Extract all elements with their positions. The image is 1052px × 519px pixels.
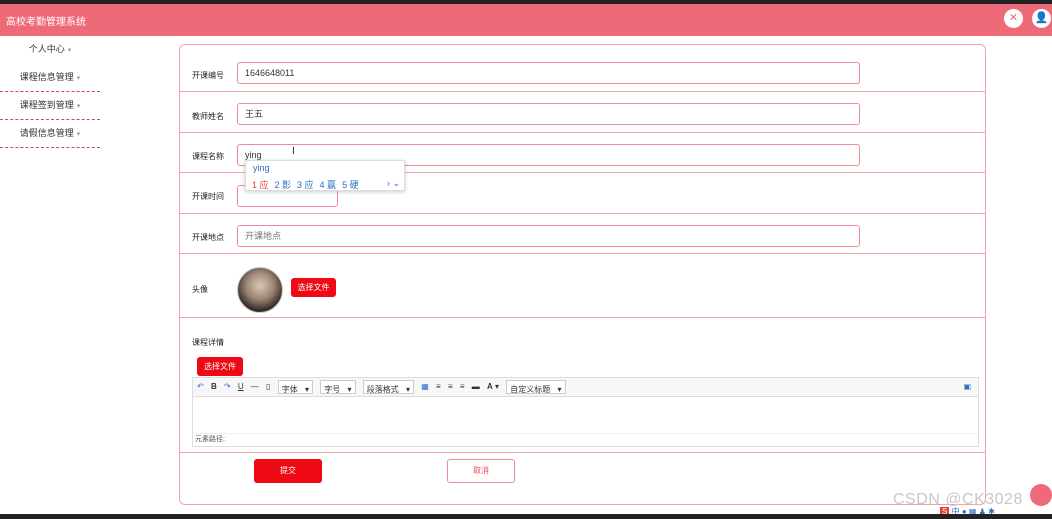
ime-candidate[interactable]: 1 应 bbox=[252, 180, 269, 190]
submit-button[interactable]: 提交 bbox=[254, 459, 322, 483]
avatar-image bbox=[237, 267, 283, 313]
fullscreen-icon[interactable]: ▣ bbox=[963, 378, 971, 396]
floating-button[interactable] bbox=[1030, 484, 1052, 506]
top-bar: 高校考勤管理系统 ✕ 👤 bbox=[0, 0, 1052, 36]
sidebar: 个人中心 ▾ 课程信息管理 ▾ 课程签到管理 ▾ 请假信息管理 ▾ bbox=[0, 36, 100, 148]
detail-label: 课程详情 bbox=[192, 338, 224, 347]
sidebar-item-label: 个人中心 bbox=[28, 44, 65, 54]
teacher-input[interactable]: 王五 bbox=[237, 103, 860, 125]
justify-icon[interactable]: ▬ bbox=[472, 378, 480, 396]
font-select[interactable]: 字体 ▾ bbox=[277, 380, 314, 394]
close-icon[interactable]: ✕ bbox=[1004, 9, 1023, 28]
location-input[interactable]: 开课地点 bbox=[237, 225, 860, 247]
ime-candidates: 1 应 2 影 3 应 4 赢 5 硬 bbox=[252, 178, 365, 191]
form-row-teacher: 教师姓名 王五 bbox=[180, 92, 985, 133]
rich-text-editor[interactable]: ↶ B ↷ U — ▯ 字体 ▾ 字号 ▾ 段落格式 ▾ ▦ ≡ ≡ ≡ ▬ A… bbox=[192, 377, 979, 447]
custom-title-select[interactable]: 自定义标题 ▾ bbox=[506, 380, 566, 394]
paragraph-select-label: 段落格式 bbox=[366, 385, 399, 394]
size-select[interactable]: 字号 ▾ bbox=[320, 380, 356, 394]
ime-candidate[interactable]: 3 应 bbox=[297, 180, 314, 190]
location-label: 开课地点 bbox=[192, 233, 224, 242]
custom-title-select-label: 自定义标题 bbox=[510, 385, 551, 394]
sidebar-item-course-info[interactable]: 课程信息管理 ▾ bbox=[0, 64, 100, 92]
font-color-icon[interactable]: A ▾ bbox=[487, 378, 499, 396]
divider bbox=[180, 452, 985, 453]
form-row-course-no: 开课编号 1646648011 bbox=[180, 45, 985, 92]
align-center-icon[interactable]: ≡ bbox=[460, 378, 465, 396]
text-cursor-icon: I bbox=[292, 146, 295, 157]
user-icon[interactable]: 👤 bbox=[1032, 9, 1051, 28]
teacher-label: 教师姓名 bbox=[192, 112, 224, 121]
sidebar-item-course-signin[interactable]: 课程签到管理 ▾ bbox=[0, 92, 100, 120]
ime-candidate[interactable]: 2 影 bbox=[275, 180, 292, 190]
course-form: 开课编号 1646648011 教师姓名 王五 课程名称 ying 开课时间 开… bbox=[179, 44, 986, 505]
ime-next-page-icon[interactable]: › ⌄ bbox=[387, 178, 400, 189]
time-label: 开课时间 bbox=[192, 192, 224, 201]
sidebar-item-label: 课程签到管理 bbox=[19, 100, 74, 110]
cancel-button[interactable]: 取消 bbox=[447, 459, 515, 483]
underline-icon[interactable]: U bbox=[238, 378, 244, 396]
form-row-location: 开课地点 开课地点 bbox=[180, 214, 985, 254]
ime-candidate[interactable]: 4 赢 bbox=[320, 180, 337, 190]
sidebar-item-label: 课程信息管理 bbox=[19, 72, 74, 82]
font-select-label: 字体 bbox=[281, 385, 298, 394]
horizontal-rule-icon[interactable]: — bbox=[251, 378, 259, 396]
app-title: 高校考勤管理系统 bbox=[6, 17, 86, 28]
course-no-input[interactable]: 1646648011 bbox=[237, 62, 860, 84]
ime-candidate-window: ying 1 应 2 影 3 应 4 赢 5 硬 › ⌄ bbox=[245, 160, 405, 191]
location-placeholder: 开课地点 bbox=[245, 231, 282, 241]
align-right-icon[interactable]: ≡ bbox=[448, 378, 453, 396]
paste-icon[interactable]: ▯ bbox=[266, 378, 270, 396]
undo-icon[interactable]: ↶ bbox=[197, 378, 204, 396]
paragraph-select[interactable]: 段落格式 ▾ bbox=[362, 380, 414, 394]
course-name-label: 课程名称 bbox=[192, 152, 224, 161]
avatar-choose-file-button[interactable]: 选择文件 bbox=[291, 278, 336, 297]
ime-candidate[interactable]: 5 硬 bbox=[342, 180, 359, 190]
sidebar-item-label: 请假信息管理 bbox=[19, 128, 74, 138]
detail-choose-file-button[interactable]: 选择文件 bbox=[197, 357, 243, 376]
chevron-down-icon: ▾ bbox=[76, 103, 81, 110]
redo-icon[interactable]: ↷ bbox=[224, 378, 231, 396]
editor-path: 元素路径: bbox=[193, 433, 978, 446]
align-left-icon[interactable]: ≡ bbox=[436, 378, 441, 396]
bottom-bar bbox=[0, 514, 1052, 519]
avatar-label: 头像 bbox=[192, 285, 208, 294]
table-icon[interactable]: ▦ bbox=[421, 378, 429, 396]
sidebar-item-leave-info[interactable]: 请假信息管理 ▾ bbox=[0, 120, 100, 148]
course-no-label: 开课编号 bbox=[192, 71, 224, 80]
sidebar-item-personal-center[interactable]: 个人中心 ▾ bbox=[0, 36, 100, 64]
size-select-label: 字号 bbox=[324, 385, 341, 394]
editor-toolbar: ↶ B ↷ U — ▯ 字体 ▾ 字号 ▾ 段落格式 ▾ ▦ ≡ ≡ ≡ ▬ A… bbox=[193, 378, 978, 397]
chevron-down-icon: ▾ bbox=[76, 131, 81, 138]
chevron-down-icon: ▾ bbox=[76, 75, 81, 82]
chevron-down-icon: ▾ bbox=[67, 47, 72, 54]
ime-input-text: ying bbox=[253, 163, 270, 173]
bold-icon[interactable]: B bbox=[211, 378, 217, 396]
